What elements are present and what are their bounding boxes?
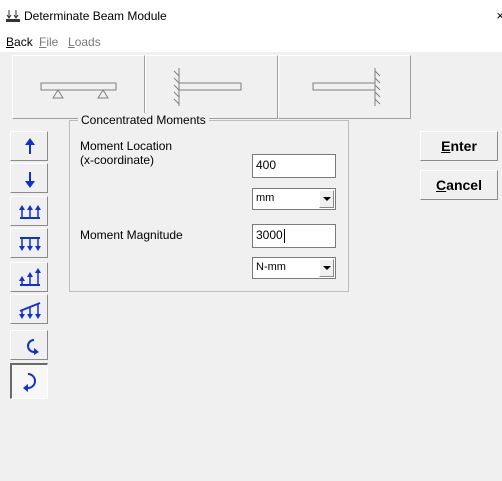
uniform-load-up-icon [19, 205, 41, 219]
magnitude-unit-value: N-mm [256, 261, 286, 273]
menu-file[interactable]: File [39, 35, 58, 49]
text-caret [283, 228, 285, 243]
menu-back[interactable]: Back [6, 35, 33, 49]
menu-back-label: ack [14, 35, 33, 49]
location-unit-value: mm [256, 192, 275, 204]
window-title: Determinate Beam Module [24, 9, 167, 23]
cancel-accel: C [436, 177, 447, 193]
menu-file-label: ile [46, 35, 59, 49]
beam-type-simply-supported-button[interactable] [12, 55, 145, 119]
moment-clockwise-button[interactable] [10, 363, 48, 399]
linear-load-down-button[interactable] [10, 294, 48, 324]
cancel-button[interactable]: Cancel [420, 170, 498, 200]
linear-load-up-button[interactable] [10, 262, 48, 292]
beam-type-cantilever-left-button[interactable] [145, 55, 278, 119]
beam-type-cantilever-right-button[interactable] [278, 55, 411, 119]
enter-button[interactable]: Enter [420, 131, 498, 161]
uniform-load-down-button[interactable] [10, 228, 48, 258]
moment-magnitude-label: Moment Magnitude [80, 228, 183, 242]
menu-loads[interactable]: Loads [68, 35, 101, 49]
menu-loads-label: oads [74, 35, 101, 49]
uniform-load-up-button[interactable] [10, 196, 48, 226]
title-bar: Determinate Beam Module × [0, 0, 502, 32]
fixed-right-cantilever-icon [312, 68, 381, 106]
chevron-down-icon [323, 197, 331, 201]
cancel-label: ancel [446, 177, 482, 193]
moment-counterclockwise-icon [27, 339, 39, 355]
moment-location-label: Moment Location [80, 139, 173, 153]
moment-counterclockwise-button[interactable] [10, 330, 48, 360]
uniform-load-down-icon [19, 237, 41, 251]
point-load-down-icon [25, 172, 35, 188]
linear-load-up-icon [19, 268, 41, 286]
moment-location-input[interactable]: 400 [252, 154, 336, 178]
enter-label: nter [450, 138, 477, 154]
moment-location-unit-select[interactable]: mm [252, 188, 336, 210]
beam-app-icon [6, 10, 20, 22]
close-icon[interactable]: × [496, 8, 502, 23]
point-load-down-button[interactable] [10, 163, 48, 193]
menu-bar: Back File Loads [0, 32, 502, 52]
linear-load-down-icon [19, 302, 41, 319]
simply-supported-beam-icon [40, 82, 117, 99]
chevron-down-icon [323, 266, 331, 270]
fixed-left-cantilever-icon [173, 68, 242, 106]
point-load-up-button[interactable] [10, 131, 48, 161]
point-load-up-icon [25, 138, 35, 154]
moment-location-value: 400 [256, 158, 277, 172]
group-title: Concentrated Moments [78, 113, 209, 127]
magnitude-unit-dropdown-button[interactable] [319, 259, 334, 277]
moment-magnitude-value: 3000 [256, 228, 283, 242]
moment-clockwise-icon [23, 373, 36, 392]
moment-location-sublabel: (x-coordinate) [80, 153, 155, 167]
moment-magnitude-input[interactable]: 3000 [252, 224, 336, 248]
menu-back-accel: B [6, 35, 15, 49]
menu-loads-accel: L [68, 35, 75, 49]
moment-magnitude-unit-select[interactable]: N-mm [252, 257, 336, 279]
location-unit-dropdown-button[interactable] [319, 190, 334, 208]
